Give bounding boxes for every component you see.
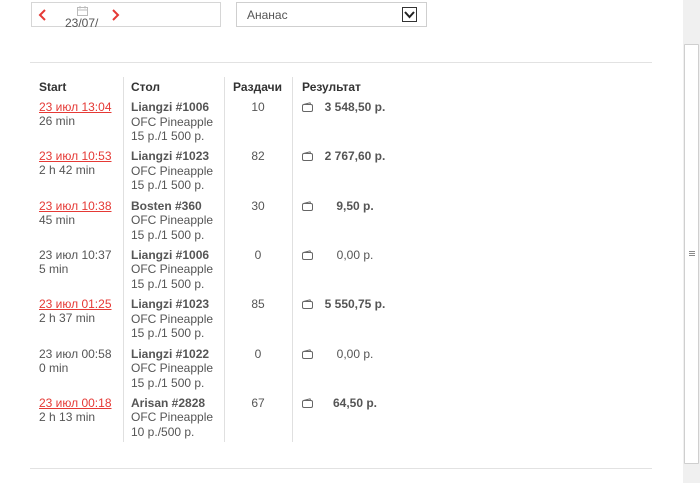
table-name: Liangzi #1022	[131, 346, 210, 361]
table-cell: Liangzi #1023 OFC Pineapple 15 p./1 500 p.	[131, 297, 213, 341]
prev-date-button[interactable]	[36, 7, 50, 23]
vertical-scrollbar[interactable]	[683, 0, 700, 483]
wallet-icon	[302, 348, 313, 362]
date-picker[interactable]: 23/07/	[31, 2, 221, 30]
top-divider	[30, 62, 652, 63]
header-table[interactable]: Стол	[131, 80, 160, 94]
stakes: 15 p./1 500 p.	[131, 129, 205, 143]
table-cell: Arisan #2828 OFC Pineapple 10 p./500 p.	[131, 396, 213, 440]
stakes: 15 p./1 500 p.	[131, 178, 205, 193]
date-input[interactable]: 23/07/	[65, 16, 102, 30]
table-row: 23 июл 13:04 26 min Liangzi #1006 OFC Pinea…	[0, 100, 700, 149]
table-row: 23 июл 00:18 2 h 13 min Arisan #2828 OFC Pi…	[0, 396, 700, 445]
scrollbar-thumb[interactable]	[684, 44, 699, 464]
wallet-icon	[302, 249, 313, 263]
hands-count: 0	[254, 247, 262, 262]
stakes: 15 p./1 500 p.	[131, 276, 205, 291]
game-type: OFC Pineapple	[131, 311, 214, 326]
wallet-icon	[302, 200, 313, 214]
game-select[interactable]: Ананас	[236, 2, 427, 27]
stakes: 15 p./1 500 p.	[131, 326, 205, 341]
select-arrow-button[interactable]	[402, 7, 417, 22]
table-cell: Liangzi #1023 OFC Pineapple 15 p./1 500 p.	[131, 149, 213, 193]
wallet-icon	[302, 101, 313, 115]
start-cell: 23 июл 13:04 26 min	[39, 100, 112, 128]
session-start-link[interactable]: 23 июл 01:25	[39, 297, 112, 311]
table-name: Arisan #2828	[131, 395, 206, 410]
chevron-down-icon	[404, 11, 415, 19]
table-row: 23 июл 10:37 5 min Liangzi #1006 OFC Pineap…	[0, 248, 700, 297]
hands-count: 30	[251, 198, 265, 213]
chevron-left-icon	[38, 9, 46, 21]
table-name: Bosten #360	[131, 198, 202, 213]
session-duration: 0 min	[39, 360, 69, 375]
table-name: Liangzi #1023	[131, 297, 210, 312]
session-duration: 5 min	[39, 261, 69, 276]
next-date-button[interactable]	[109, 7, 123, 23]
table-name: Liangzi #1006	[131, 247, 210, 262]
stakes: 15 p./1 500 p.	[131, 375, 205, 390]
grip-icon	[689, 251, 695, 257]
start-cell: 23 июл 00:58 0 min	[39, 347, 112, 375]
game-type: OFC Pineapple	[131, 262, 214, 277]
hands-count: 82	[251, 149, 265, 164]
hands-count: 10	[251, 100, 265, 114]
game-type: OFC Pineapple	[131, 213, 214, 228]
table-cell: Liangzi #1006 OFC Pineapple 15 p./1 500 p.	[131, 248, 213, 292]
game-select-value: Ананас	[247, 8, 288, 22]
session-start-link[interactable]: 23 июл 13:04	[39, 100, 112, 114]
session-start-text: 23 июл 00:58	[39, 346, 112, 361]
result-amount: 3 548,50 р.	[324, 100, 386, 114]
table-cell: Liangzi #1006 OFC Pineapple 15 p./1 500 p.	[131, 100, 213, 144]
session-duration: 45 min	[39, 212, 76, 227]
result-amount: 0,00 р.	[336, 247, 374, 262]
result-amount: 2 767,60 р.	[324, 149, 386, 164]
table-cell: Liangzi #1022 OFC Pineapple 15 p./1 500 p.	[131, 347, 213, 391]
bottom-divider	[30, 468, 652, 469]
chevron-right-icon	[112, 9, 120, 21]
session-duration: 26 min	[39, 114, 76, 128]
game-type: OFC Pineapple	[131, 410, 214, 425]
session-start-link[interactable]: 23 июл 10:38	[39, 199, 112, 213]
start-cell: 23 июл 01:25 2 h 37 min	[39, 297, 112, 325]
result-amount: 5 550,75 р.	[324, 297, 386, 312]
table-row: 23 июл 01:25 2 h 37 min Liangzi #1023 OFC P…	[0, 297, 700, 346]
wallet-icon	[302, 397, 313, 411]
session-duration: 2 h 42 min	[39, 163, 96, 178]
start-cell: 23 июл 10:53 2 h 42 min	[39, 149, 112, 177]
table-name: Liangzi #1006	[131, 100, 210, 114]
hands-count: 0	[254, 346, 262, 361]
session-start-link[interactable]: 23 июл 00:18	[39, 396, 112, 410]
session-start-link[interactable]: 23 июл 10:53	[39, 149, 112, 163]
table-cell: Bosten #360 OFC Pineapple 15 p./1 500 p.	[131, 199, 213, 243]
game-type: OFC Pineapple	[131, 114, 214, 129]
hands-count: 85	[251, 297, 265, 312]
session-duration: 2 h 13 min	[39, 409, 96, 424]
game-type: OFC Pineapple	[131, 163, 214, 178]
table-row: 23 июл 00:58 0 min Liangzi #1022 OFC Pineap…	[0, 347, 700, 396]
header-start[interactable]: Start	[39, 80, 66, 94]
result-amount: 9,50 р.	[336, 198, 374, 213]
table-name: Liangzi #1023	[131, 149, 210, 164]
header-hands[interactable]: Раздачи	[233, 80, 282, 94]
table-row: 23 июл 10:38 45 min Bosten #360 OFC Pineapp…	[0, 199, 700, 248]
game-type: OFC Pineapple	[131, 361, 214, 375]
stakes: 15 p./1 500 p.	[131, 227, 205, 242]
table-row: 23 июл 10:53 2 h 42 min Liangzi #1023 OFC P…	[0, 149, 700, 198]
calendar-icon	[77, 6, 88, 16]
result-amount: 0,00 р.	[336, 346, 374, 361]
hands-count: 67	[251, 395, 265, 410]
session-start-text: 23 июл 10:37	[39, 247, 112, 262]
result-amount: 64,50 р.	[332, 395, 378, 410]
start-cell: 23 июл 00:18 2 h 13 min	[39, 396, 112, 424]
session-duration: 2 h 37 min	[39, 311, 96, 326]
start-cell: 23 июл 10:37 5 min	[39, 248, 112, 276]
stakes: 10 p./500 p.	[131, 424, 195, 439]
wallet-icon	[302, 150, 313, 164]
header-result[interactable]: Результат	[302, 80, 361, 94]
wallet-icon	[302, 298, 313, 312]
start-cell: 23 июл 10:38 45 min	[39, 199, 112, 227]
